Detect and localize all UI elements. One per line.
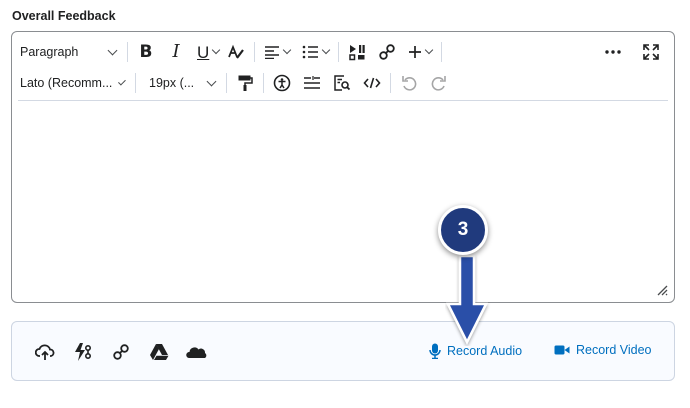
- format-painter-icon: [238, 75, 253, 91]
- align-button[interactable]: [260, 39, 294, 65]
- preview-icon: [334, 75, 351, 91]
- undo-icon: [402, 76, 417, 91]
- step-number: 3: [457, 219, 469, 240]
- onedrive-button[interactable]: [186, 341, 208, 363]
- toolbar-separator: [263, 73, 264, 93]
- word-count-button[interactable]: [299, 70, 325, 96]
- insert-more-button[interactable]: [404, 39, 436, 65]
- fullscreen-button[interactable]: [638, 39, 664, 65]
- more-options-button[interactable]: [600, 39, 626, 65]
- toolbar-separator: [338, 42, 340, 62]
- toolbar-separator: [441, 42, 443, 62]
- feedback-editor: Paragraph B I U Lato (Recomm... 19px (..…: [11, 31, 675, 303]
- fullscreen-icon: [643, 44, 659, 60]
- chevron-down-icon: [212, 45, 221, 55]
- insert-link-button[interactable]: [374, 39, 400, 65]
- attachment-icons: [34, 341, 208, 363]
- bullet-list-icon: [302, 45, 319, 59]
- plus-icon: [409, 46, 422, 58]
- chevron-down-icon: [322, 45, 331, 55]
- block-format-select[interactable]: Paragraph: [12, 39, 122, 65]
- accessibility-checker-button[interactable]: [269, 70, 295, 96]
- chevron-down-icon: [206, 76, 217, 86]
- toolbar-separator: [226, 73, 227, 93]
- chevron-down-icon: [283, 45, 292, 55]
- toolbar-separator: [135, 73, 136, 93]
- attach-link-button[interactable]: [110, 341, 132, 363]
- toolbar-divider: [18, 100, 668, 101]
- microphone-icon: [429, 343, 441, 359]
- onedrive-icon: [186, 347, 207, 358]
- italic-button[interactable]: I: [163, 39, 189, 65]
- step-callout-badge: 3: [438, 205, 488, 255]
- underline-button[interactable]: U: [193, 39, 223, 65]
- font-size-value: 19px (...: [149, 76, 195, 90]
- link-icon: [379, 44, 395, 60]
- record-audio-label: Record Audio: [447, 344, 523, 358]
- redo-button[interactable]: [426, 70, 452, 96]
- italic-icon: I: [172, 41, 180, 62]
- resize-handle-icon[interactable]: [657, 285, 668, 296]
- video-camera-icon: [554, 345, 570, 355]
- block-format-value: Paragraph: [20, 45, 79, 59]
- more-horizontal-icon: [605, 50, 621, 54]
- font-size-select[interactable]: 19px (...: [141, 70, 221, 96]
- bold-button[interactable]: B: [133, 39, 159, 65]
- quicklink-button[interactable]: [72, 341, 94, 363]
- insert-media-button[interactable]: [344, 39, 370, 65]
- word-count-icon: [304, 76, 320, 89]
- underline-icon: U: [197, 42, 210, 62]
- attachments-bar: Record Audio Record Video: [11, 321, 675, 381]
- record-video-label: Record Video: [576, 343, 652, 357]
- toolbar-separator: [390, 73, 391, 93]
- font-family-select[interactable]: Lato (Recomm...: [12, 70, 130, 96]
- bold-icon: B: [139, 41, 153, 62]
- code-icon: [363, 77, 381, 89]
- preview-button[interactable]: [329, 70, 355, 96]
- format-painter-button[interactable]: [232, 70, 258, 96]
- insert-media-icon: [349, 45, 365, 61]
- align-left-icon: [265, 46, 280, 59]
- font-family-value: Lato (Recomm...: [20, 76, 113, 90]
- link-icon: [113, 344, 129, 360]
- toolbar-separator: [127, 42, 128, 62]
- chevron-down-icon: [107, 45, 118, 55]
- toolbar-row-1: Paragraph B I U: [12, 37, 447, 67]
- quicklink-icon: [75, 343, 92, 361]
- text-color-icon: [228, 44, 245, 59]
- toolbar-separator: [254, 42, 256, 62]
- google-drive-button[interactable]: [148, 341, 170, 363]
- callout-arrow-icon: [445, 254, 489, 345]
- undo-button[interactable]: [396, 70, 422, 96]
- toolbar-row-2: Lato (Recomm... 19px (...: [12, 68, 452, 98]
- chevron-down-icon: [425, 45, 434, 55]
- google-drive-icon: [150, 344, 169, 360]
- upload-cloud-icon: [35, 344, 55, 360]
- accessibility-icon: [273, 74, 291, 92]
- overall-feedback-label: Overall Feedback: [12, 9, 116, 23]
- text-color-button[interactable]: [223, 39, 249, 65]
- upload-file-button[interactable]: [34, 341, 56, 363]
- record-video-button[interactable]: Record Video: [554, 343, 652, 357]
- redo-icon: [431, 76, 446, 91]
- chevron-down-icon: [118, 77, 126, 85]
- feedback-content-area[interactable]: [12, 102, 674, 302]
- toolbar-right-tools: [600, 37, 664, 67]
- source-code-button[interactable]: [359, 70, 385, 96]
- list-button[interactable]: [298, 39, 333, 65]
